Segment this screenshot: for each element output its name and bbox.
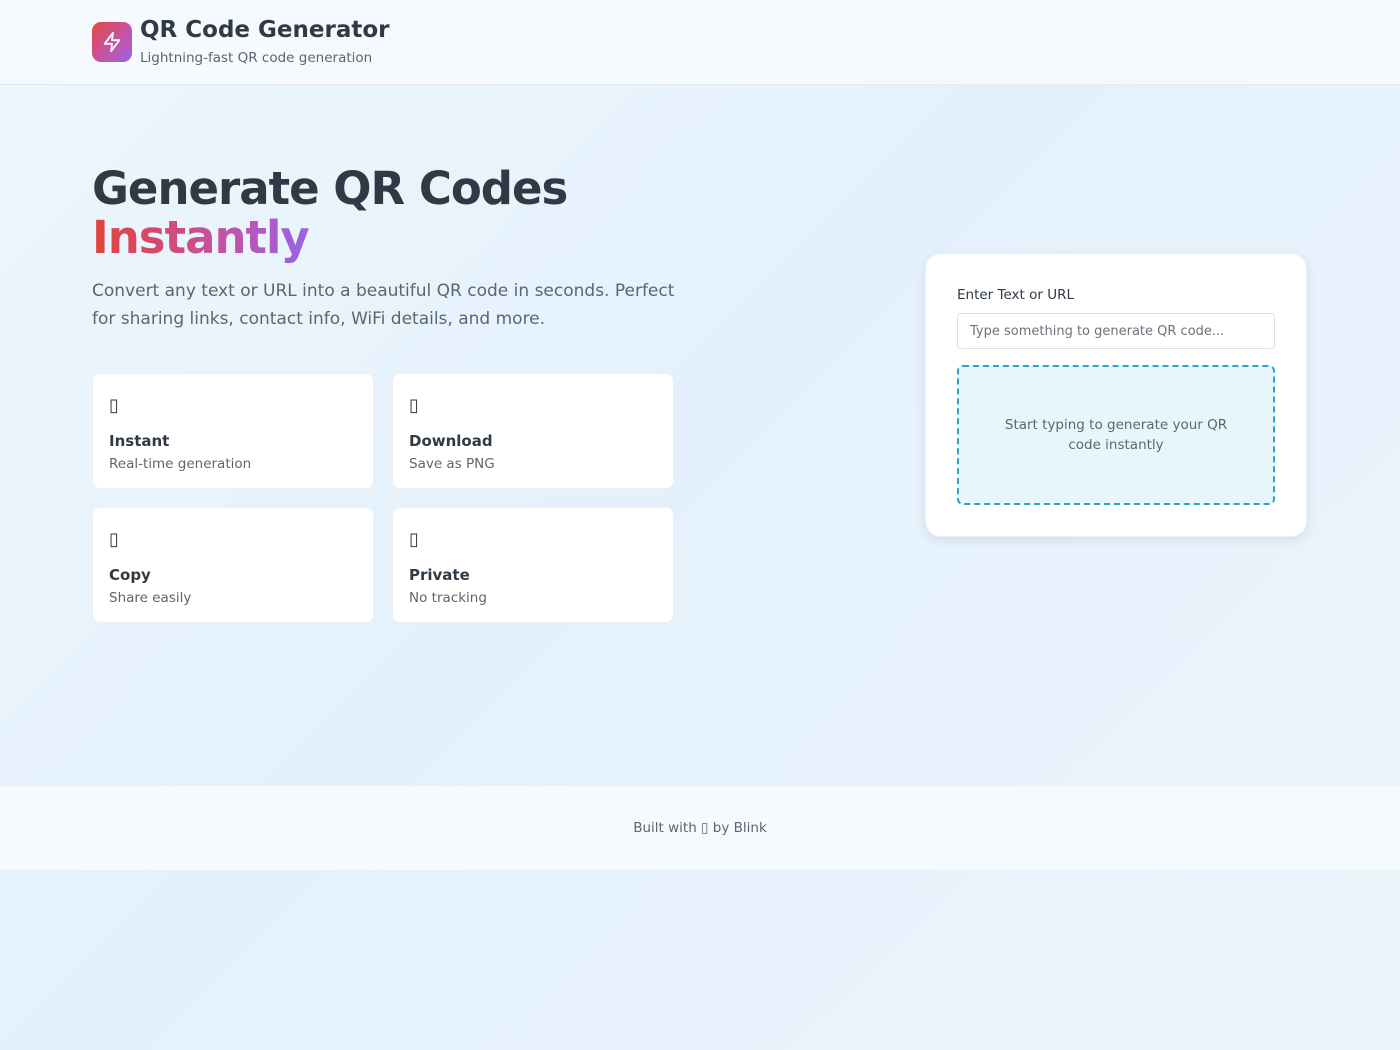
hero-accent-word: Instantly bbox=[92, 211, 310, 264]
hero-title: Generate QR Codes bbox=[92, 162, 568, 215]
feature-subtitle: No tracking bbox=[409, 590, 487, 606]
feature-subtitle: Save as PNG bbox=[409, 456, 495, 472]
feature-subtitle: Share easily bbox=[109, 590, 192, 606]
feature-card-private: ▯ Private No tracking bbox=[392, 507, 674, 623]
feature-title: Download bbox=[409, 432, 493, 450]
lightning-icon: ▯ bbox=[109, 395, 119, 416]
preview-placeholder-text: Start typing to generate your QR code in… bbox=[1004, 417, 1228, 453]
qr-preview-area: Start typing to generate your QR code in… bbox=[957, 365, 1275, 505]
feature-card-copy: ▯ Copy Share easily bbox=[92, 507, 374, 623]
footer-credit: Built with ▯ by Blink bbox=[633, 820, 767, 836]
copy-icon: ▯ bbox=[109, 529, 119, 550]
hero-description: Convert any text or URL into a beautiful… bbox=[92, 281, 675, 329]
qr-generator-card: Enter Text or URL Start typing to genera… bbox=[925, 253, 1307, 537]
app-subtitle: Lightning-fast QR code generation bbox=[140, 50, 373, 66]
site-header: QR Code Generator Lightning-fast QR code… bbox=[0, 0, 1400, 85]
feature-title: Instant bbox=[109, 432, 170, 450]
input-label: Enter Text or URL bbox=[957, 287, 1075, 303]
feature-card-download: ▯ Download Save as PNG bbox=[392, 373, 674, 489]
app-title: QR Code Generator bbox=[140, 17, 390, 43]
feature-title: Private bbox=[409, 566, 470, 584]
qr-text-input[interactable] bbox=[957, 313, 1275, 349]
lock-icon: ▯ bbox=[409, 529, 419, 550]
feature-subtitle: Real-time generation bbox=[109, 456, 252, 472]
lightning-bolt-icon bbox=[92, 22, 132, 62]
download-icon: ▯ bbox=[409, 395, 419, 416]
site-footer: Built with ▯ by Blink bbox=[0, 786, 1400, 870]
feature-title: Copy bbox=[109, 566, 151, 584]
feature-card-instant: ▯ Instant Real-time generation bbox=[92, 373, 374, 489]
